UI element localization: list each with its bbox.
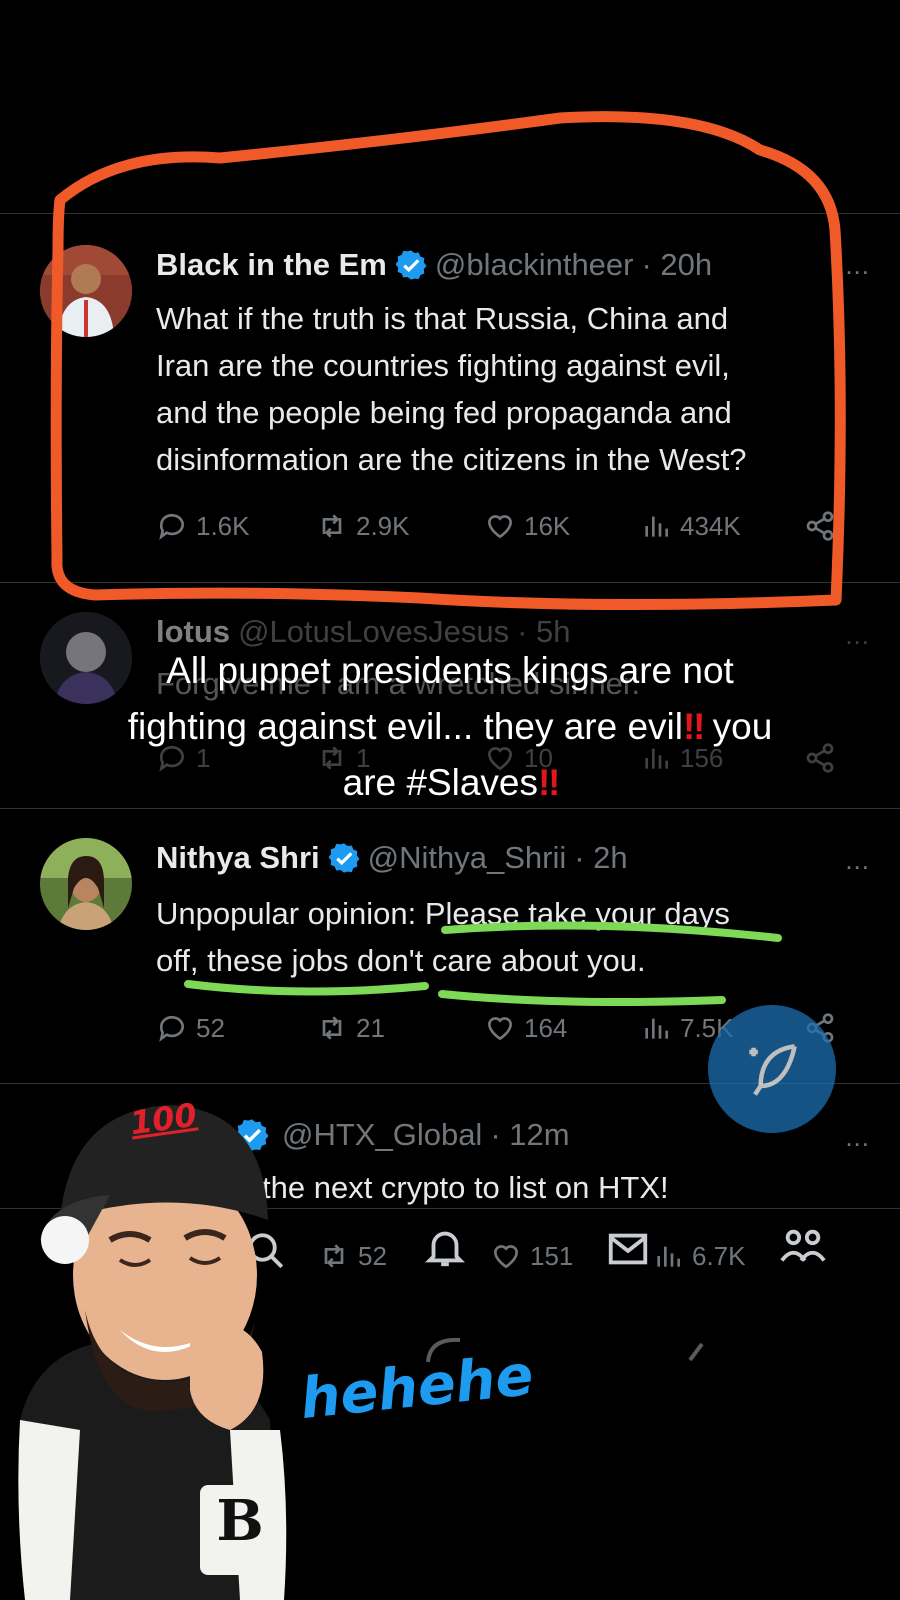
caption-line: All puppet presidents kings are not	[166, 650, 734, 691]
highlight-outline	[50, 111, 846, 611]
hehehe-sticker: hehehe	[297, 1342, 537, 1433]
more-icon[interactable]: ...	[845, 845, 870, 876]
views-count: 6.7K	[692, 1240, 746, 1271]
tweet-line: the next crypto to list on HTX!	[262, 1170, 669, 1205]
repost-count: 52	[358, 1240, 387, 1271]
underline-marks	[184, 921, 782, 1006]
timestamp: · 12m	[490, 1117, 570, 1152]
verified-icon	[328, 843, 360, 873]
author-handle[interactable]: @Nithya_Shrii	[368, 840, 567, 876]
mail-icon[interactable]	[605, 1226, 651, 1272]
author-handle[interactable]: @HTX_Global	[282, 1117, 482, 1153]
bell-icon[interactable]	[422, 1224, 468, 1270]
repost-icon	[324, 1244, 344, 1268]
jacket-letter: B	[216, 1488, 264, 1554]
caption-text: are #Slaves	[342, 762, 539, 803]
double-exclamation-icon: ‼	[538, 762, 560, 803]
timestamp: · 2h	[574, 840, 628, 875]
repost-button[interactable]: 52	[318, 1240, 387, 1272]
double-exclamation-icon: ‼	[683, 706, 705, 747]
caption-text: you	[712, 706, 773, 747]
views-button[interactable]: 6.7K	[652, 1240, 746, 1272]
caption-line: are #Slaves‼	[20, 755, 880, 811]
like-count: 151	[530, 1240, 574, 1271]
author-name[interactable]: Nithya Shri	[156, 840, 320, 876]
more-icon[interactable]: ...	[845, 1122, 870, 1153]
compose-icon	[749, 1044, 797, 1096]
caption-overlay: All puppet presidents kings are not figh…	[20, 643, 880, 811]
like-icon	[493, 1245, 519, 1269]
communities-icon[interactable]	[778, 1224, 828, 1270]
caption-text: fighting against evil... they are evil	[127, 706, 683, 747]
tweet-text: the next crypto to list on HTX!	[262, 1164, 862, 1211]
caption-line: fighting against evil... they are evil‼ …	[20, 699, 880, 755]
compose-button[interactable]	[708, 1005, 836, 1133]
views-icon	[657, 1246, 680, 1267]
like-button[interactable]: 151	[490, 1240, 573, 1272]
